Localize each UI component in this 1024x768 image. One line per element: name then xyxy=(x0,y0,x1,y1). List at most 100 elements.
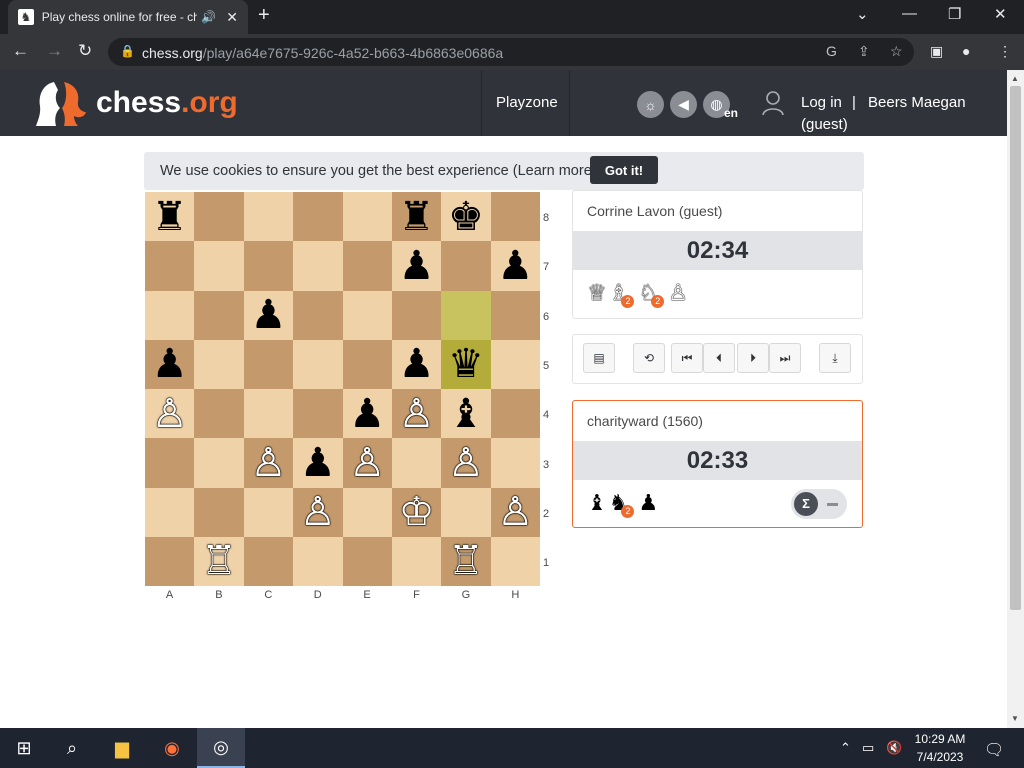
square-e4[interactable]: ♟ xyxy=(342,389,392,439)
square-f7[interactable]: ♟ xyxy=(391,241,442,291)
square-b7[interactable] xyxy=(194,241,244,291)
chess-piece[interactable]: ♙ xyxy=(497,492,533,532)
square-f5[interactable]: ♟ xyxy=(391,339,442,389)
chess-piece[interactable]: ♙ xyxy=(251,443,287,483)
square-d4[interactable] xyxy=(293,389,343,439)
next-move-icon[interactable]: ⏵ xyxy=(737,343,769,373)
square-f6[interactable] xyxy=(391,290,442,340)
square-e3[interactable]: ♙ xyxy=(342,438,392,488)
chess-piece[interactable]: ♖ xyxy=(201,541,237,581)
square-b8[interactable] xyxy=(194,192,244,242)
chess-piece[interactable]: ♙ xyxy=(399,394,435,434)
chess-piece[interactable]: ♟ xyxy=(349,394,385,434)
chess-board[interactable]: ♜ ♜ ♚ ♟ ♟ ♟ ♟ ♟ ♛ ♙ ♟ ♙ ♝ ♙ ♟ ♙ ♙ ♙ ♔ ♙ ♖ ♖ xyxy=(145,192,540,586)
taskbar-date[interactable]: 7/4/2023 xyxy=(912,750,968,764)
square-e8[interactable] xyxy=(342,192,392,242)
square-b6[interactable] xyxy=(194,290,244,340)
restore-icon[interactable]: ❐ xyxy=(948,5,961,23)
first-move-icon[interactable]: ⏮ xyxy=(671,343,703,373)
chess-piece[interactable]: ♙ xyxy=(349,443,385,483)
square-h5[interactable] xyxy=(490,339,540,389)
square-c8[interactable] xyxy=(243,192,294,242)
square-a6[interactable] xyxy=(145,290,195,340)
tab-search-icon[interactable]: ⌄ xyxy=(856,5,869,23)
chess-piece[interactable]: ♟ xyxy=(152,344,188,384)
sound-icon[interactable]: ◀ xyxy=(670,91,697,118)
chess-piece[interactable]: ♙ xyxy=(448,443,484,483)
square-d3[interactable]: ♟ xyxy=(293,438,343,488)
square-g8[interactable]: ♚ xyxy=(441,192,491,242)
chess-piece[interactable]: ♚ xyxy=(448,197,484,237)
chess-piece[interactable]: ♜ xyxy=(399,197,435,237)
square-c5[interactable] xyxy=(243,339,294,389)
tray-chevron-icon[interactable]: ⌃ xyxy=(840,740,851,756)
star-icon[interactable]: ☆ xyxy=(890,43,903,60)
chess-piece[interactable]: ♝ xyxy=(448,394,484,434)
cookie-accept-button[interactable]: Got it! xyxy=(590,156,658,184)
square-h2[interactable]: ♙ xyxy=(490,487,540,537)
close-tab-icon[interactable]: ✕ xyxy=(226,9,238,26)
square-b1[interactable]: ♖ xyxy=(194,536,244,586)
square-g3[interactable]: ♙ xyxy=(441,438,491,488)
download-icon[interactable]: ⤓ xyxy=(819,343,851,373)
chess-piece[interactable]: ♟ xyxy=(300,443,336,483)
chess-piece[interactable]: ♟ xyxy=(251,295,287,335)
chess-piece[interactable]: ♟ xyxy=(497,246,533,286)
user-name[interactable]: Beers Maegan xyxy=(868,94,966,111)
square-g7[interactable] xyxy=(441,241,491,291)
square-g4[interactable]: ♝ xyxy=(441,389,491,439)
share-icon[interactable]: ⇪ xyxy=(858,43,870,60)
reload-icon[interactable]: ↻ xyxy=(78,41,92,61)
square-a3[interactable] xyxy=(145,438,195,488)
new-tab-button[interactable]: + xyxy=(258,4,270,27)
notifications-icon[interactable]: 🗨 xyxy=(984,740,1004,760)
chess-piece[interactable]: ♜ xyxy=(152,197,188,237)
square-d6[interactable] xyxy=(293,290,343,340)
square-b3[interactable] xyxy=(194,438,244,488)
square-f1[interactable] xyxy=(391,536,442,586)
sidepanel-icon[interactable]: ▣ xyxy=(930,43,943,60)
square-a4[interactable]: ♙ xyxy=(145,389,195,439)
minimize-icon[interactable]: — xyxy=(902,5,917,22)
square-h6[interactable] xyxy=(490,290,540,340)
square-e5[interactable] xyxy=(342,339,392,389)
last-move-icon[interactable]: ⏭ xyxy=(769,343,801,373)
square-h7[interactable]: ♟ xyxy=(490,241,540,291)
scroll-down-icon[interactable]: ▼ xyxy=(1011,714,1019,723)
square-c4[interactable] xyxy=(243,389,294,439)
profile-icon[interactable]: ● xyxy=(962,43,970,59)
material-toggle[interactable]: Σ xyxy=(791,489,847,519)
prev-move-icon[interactable]: ⏴ xyxy=(703,343,735,373)
chess-piece[interactable]: ♖ xyxy=(448,541,484,581)
chess-piece[interactable]: ♙ xyxy=(300,492,336,532)
square-c6[interactable]: ♟ xyxy=(243,290,294,340)
square-g5[interactable]: ♛ xyxy=(441,339,491,389)
square-b5[interactable] xyxy=(194,339,244,389)
scroll-thumb[interactable] xyxy=(1010,86,1021,610)
browser-tab[interactable]: ♞ Play chess online for free - ch 🔊 ✕ xyxy=(8,0,248,34)
menu-icon[interactable]: ⋮ xyxy=(998,43,1012,60)
chess-org-logo-icon[interactable] xyxy=(34,78,90,130)
square-h1[interactable] xyxy=(490,536,540,586)
network-icon[interactable]: ▭ xyxy=(862,740,874,756)
chess-piece[interactable]: ♛ xyxy=(448,344,484,384)
chrome-icon[interactable]: ◎ xyxy=(197,728,245,768)
forward-icon[interactable]: → xyxy=(46,41,63,61)
lock-icon[interactable]: 🔒 xyxy=(120,44,135,58)
square-c1[interactable] xyxy=(243,536,294,586)
square-d1[interactable] xyxy=(293,536,343,586)
page-scrollbar[interactable]: ▲ ▼ xyxy=(1007,70,1024,728)
square-e7[interactable] xyxy=(342,241,392,291)
flip-board-icon[interactable]: ⟲ xyxy=(633,343,665,373)
nav-playzone[interactable]: Playzone xyxy=(496,94,558,111)
square-g1[interactable]: ♖ xyxy=(441,536,491,586)
audio-playing-icon[interactable]: 🔊 xyxy=(201,10,216,24)
square-f4[interactable]: ♙ xyxy=(391,389,442,439)
chess-piece[interactable]: ♟ xyxy=(399,344,435,384)
firefox-icon[interactable]: ◉ xyxy=(148,728,196,768)
square-c2[interactable] xyxy=(243,487,294,537)
square-d8[interactable] xyxy=(293,192,343,242)
chess-piece[interactable]: ♟ xyxy=(399,246,435,286)
square-f8[interactable]: ♜ xyxy=(391,192,442,242)
square-b4[interactable] xyxy=(194,389,244,439)
